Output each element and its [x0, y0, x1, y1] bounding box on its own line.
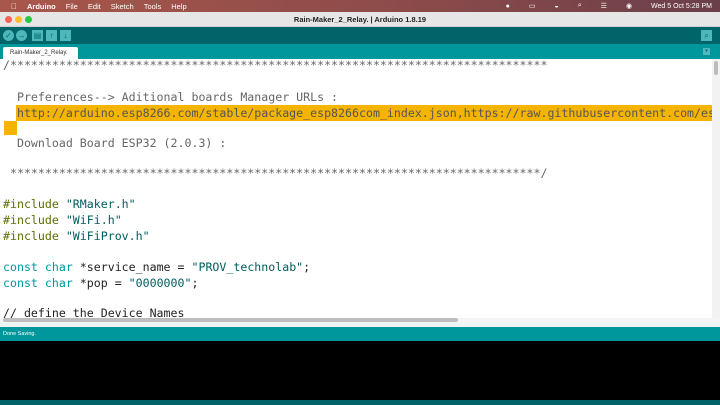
- battery-icon[interactable]: ▭: [529, 2, 536, 10]
- menu-app[interactable]: Arduino: [27, 2, 56, 11]
- menu-file[interactable]: File: [66, 2, 78, 11]
- tab-menu-icon[interactable]: ▾: [703, 48, 710, 55]
- window-title: Rain-Maker_2_Relay. | Arduino 1.8.19: [293, 15, 427, 24]
- menu-sketch[interactable]: Sketch: [111, 2, 134, 11]
- scrollbar-thumb[interactable]: [3, 318, 458, 322]
- code-line: ****************************************…: [3, 166, 548, 180]
- new-icon[interactable]: ▤: [32, 30, 43, 41]
- menu-bar:  Arduino File Edit Sketch Tools Help ● …: [0, 0, 720, 12]
- record-icon[interactable]: ●: [506, 3, 510, 10]
- code-line: /***************************************…: [3, 59, 548, 72]
- code-line: Download Board ESP32 (2.0.3) :: [3, 136, 227, 150]
- code-line: #include "WiFiProv.h": [3, 229, 150, 243]
- scrollbar-thumb[interactable]: [714, 61, 718, 75]
- status-bar: Done Saving.: [0, 327, 720, 341]
- close-button[interactable]: [5, 16, 12, 23]
- apple-icon[interactable]: : [11, 2, 17, 11]
- menu-edit[interactable]: Edit: [88, 2, 101, 11]
- code-line: const char *pop = "0000000";: [3, 276, 199, 290]
- console-output[interactable]: [0, 341, 720, 400]
- code-line: http://arduino.esp8266.com/stable/packag…: [3, 106, 712, 120]
- search-icon[interactable]: ⌕: [578, 2, 582, 10]
- clock[interactable]: Wed 5 Oct 5:28 PM: [651, 3, 712, 10]
- open-icon[interactable]: ↑: [46, 30, 57, 41]
- code-line: // define the Device Names: [3, 306, 185, 318]
- tab-sketch[interactable]: Rain-Maker_2_Relay.: [3, 47, 78, 59]
- code-line: Preferences--> Aditional boards Manager …: [3, 90, 339, 104]
- code-line: #include "WiFi.h": [3, 213, 122, 227]
- selection-highlight: [4, 121, 17, 135]
- serial-monitor-icon[interactable]: ⌕: [701, 30, 712, 41]
- menu-help[interactable]: Help: [171, 2, 186, 11]
- tab-row: Rain-Maker_2_Relay. ▾: [0, 44, 720, 59]
- code-line: const char *service_name = "PROV_technol…: [3, 260, 311, 274]
- bottom-bar: [0, 400, 720, 405]
- upload-icon[interactable]: →: [16, 30, 27, 41]
- minimize-button[interactable]: [15, 16, 22, 23]
- menu-tools[interactable]: Tools: [144, 2, 162, 11]
- control-center-icon[interactable]: ☰: [601, 2, 607, 10]
- zoom-button[interactable]: [25, 16, 32, 23]
- vertical-scrollbar[interactable]: [712, 59, 720, 318]
- code-line: #include "RMaker.h": [3, 197, 136, 211]
- save-icon[interactable]: ↓: [60, 30, 71, 41]
- code-editor[interactable]: /***************************************…: [0, 59, 712, 318]
- verify-icon[interactable]: ✓: [3, 30, 14, 41]
- siri-icon[interactable]: ◉: [626, 2, 632, 10]
- wifi-icon[interactable]: ◒: [555, 3, 559, 10]
- toolbar: ✓ → ▤ ↑ ↓ ⌕: [0, 27, 720, 44]
- window-title-bar: Rain-Maker_2_Relay. | Arduino 1.8.19: [0, 12, 720, 27]
